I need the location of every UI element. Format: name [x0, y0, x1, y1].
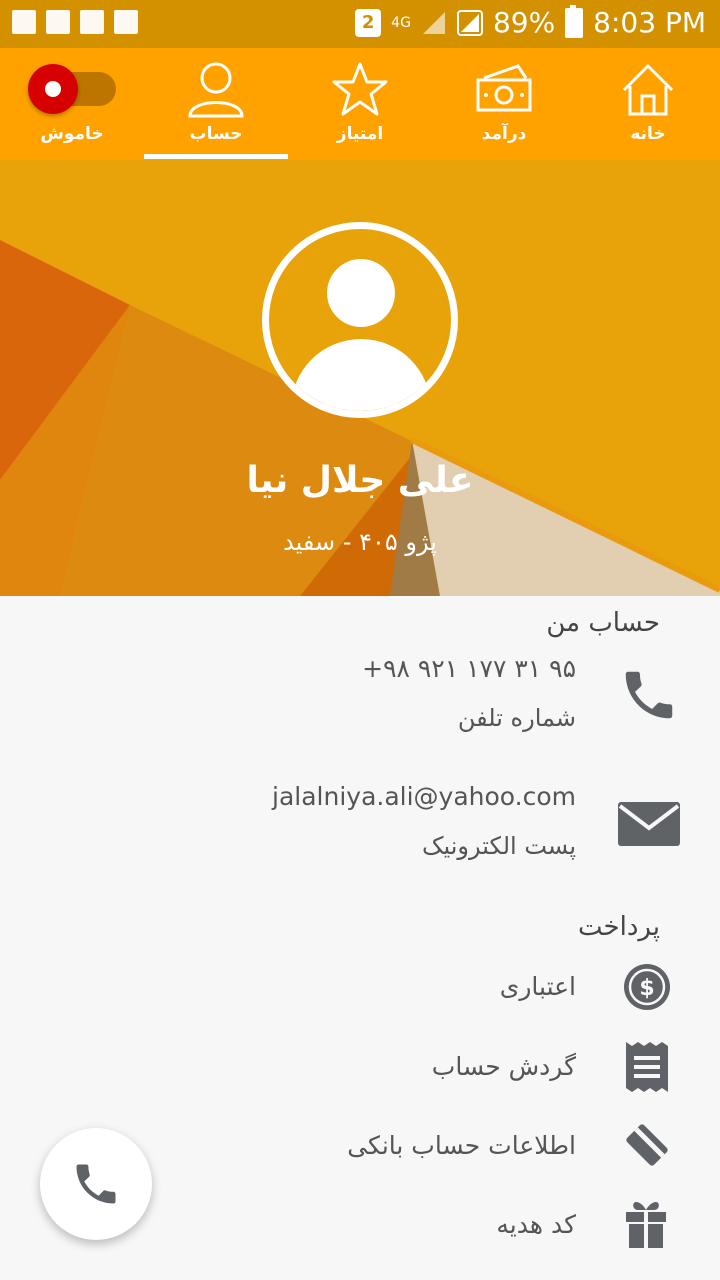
avatar-head	[327, 259, 395, 327]
tab-points[interactable]: امتیاز	[288, 48, 432, 160]
top-nav: خاموش حساب امتیاز درآمد خانه	[0, 48, 720, 160]
tab-income[interactable]: درآمد	[432, 48, 576, 160]
wifi-icon	[114, 10, 138, 34]
gift-icon	[626, 1202, 666, 1248]
email-label: پست الکترونیک	[422, 832, 576, 860]
online-toggle[interactable]: خاموش	[0, 48, 144, 160]
image-icon	[46, 10, 70, 34]
sim-badge: 2	[355, 8, 382, 37]
active-tab-indicator	[144, 154, 288, 159]
avatar-body	[291, 339, 431, 411]
phone-value[interactable]: +۹۸ ۹۲۱ ۱۷۷ ۳۱ ۹۵	[362, 654, 576, 683]
avatar[interactable]	[262, 222, 458, 418]
mail-icon	[618, 802, 680, 846]
account-section-title: حساب من	[546, 608, 660, 638]
tab-account-label: حساب	[189, 124, 243, 144]
tab-home[interactable]: خانه	[576, 48, 720, 160]
toggle-label: خاموش	[40, 124, 104, 144]
tab-home-label: خانه	[630, 124, 666, 144]
signal-icon-2	[456, 9, 483, 36]
signal-icon	[422, 11, 445, 34]
star-icon	[332, 62, 388, 116]
person-icon	[188, 62, 244, 118]
payment-section-title: پرداخت	[578, 912, 660, 942]
car-info: پژو ۴۰۵ - سفید	[283, 528, 437, 556]
network-type: 4G	[391, 14, 411, 31]
clock: 8:03 PM	[593, 6, 706, 39]
profile-header: علی جلال نیا پژو ۴۰۵ - سفید	[0, 160, 720, 596]
tab-account[interactable]: حساب	[144, 48, 288, 160]
mail-check-icon	[80, 10, 104, 34]
svg-text:$: $	[639, 976, 654, 1001]
status-bar: 2 4G 89% 8:03 PM	[0, 0, 720, 48]
toggle-knob[interactable]	[28, 64, 78, 114]
notification-icons	[12, 10, 138, 34]
transactions-label: گردش حساب	[431, 1052, 576, 1081]
dollar-icon: $	[624, 964, 670, 1010]
receipt-icon	[626, 1042, 668, 1092]
battery-icon	[565, 4, 584, 38]
driver-name: علی جلال نیا	[246, 460, 474, 501]
email-value[interactable]: jalalniya.ali@yahoo.com	[272, 782, 576, 811]
phone-icon	[625, 671, 673, 719]
phone-label: شماره تلفن	[457, 704, 576, 732]
gift-code-label: کد هدیه	[496, 1210, 576, 1239]
money-icon	[476, 64, 532, 112]
mail-icon	[12, 10, 36, 34]
tab-income-label: درآمد	[481, 124, 527, 144]
battery-percent: 89%	[492, 6, 556, 39]
credit-label: اعتباری	[499, 972, 576, 1001]
phone-icon	[76, 1164, 116, 1204]
bank-info-label: اطلاعات حساب بانکی	[347, 1131, 576, 1160]
home-icon	[622, 64, 674, 116]
system-status: 2 4G 89% 8:03 PM	[355, 4, 706, 39]
tab-points-label: امتیاز	[336, 124, 384, 144]
call-fab-button[interactable]	[40, 1128, 152, 1240]
card-icon	[626, 1124, 668, 1166]
